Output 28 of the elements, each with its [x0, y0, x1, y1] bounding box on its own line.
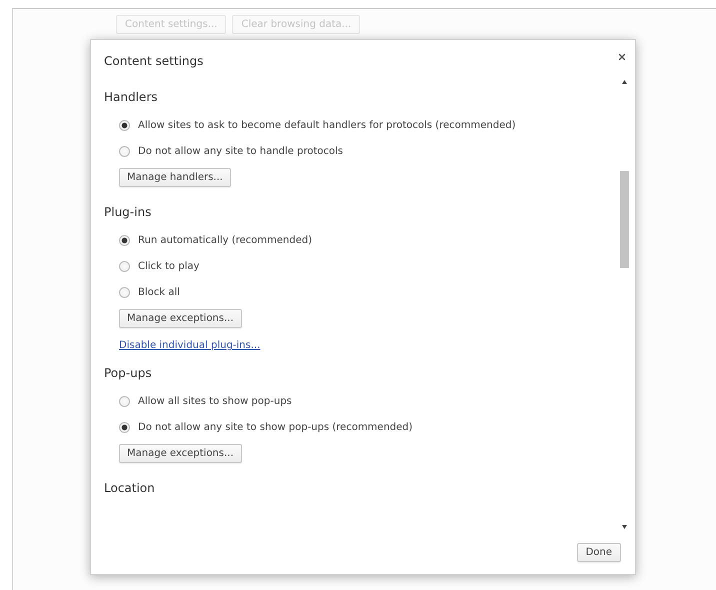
radio-label: Do not allow any site to handle protocols	[138, 146, 343, 156]
radio-label: Run automatically (recommended)	[138, 234, 312, 246]
scroll-up-icon[interactable]	[622, 80, 626, 84]
radio-button[interactable]	[119, 422, 130, 432]
radio-button[interactable]	[119, 286, 130, 298]
disable-plugins-link[interactable]: Disable individual plug-ins...	[119, 340, 260, 351]
section-heading: Handlers	[104, 90, 159, 104]
section-heading: Location	[104, 481, 156, 495]
radio-button[interactable]	[119, 396, 130, 406]
scroll-down-icon[interactable]	[622, 525, 626, 529]
radio-button[interactable]	[119, 234, 130, 246]
section-heading: Pop-ups	[104, 366, 153, 380]
radio-button[interactable]	[119, 146, 130, 156]
radio-label: Block all	[138, 286, 180, 298]
radio-button[interactable]	[119, 260, 130, 272]
manage-button[interactable]: Manage exceptions...	[119, 444, 242, 463]
close-icon[interactable]	[617, 52, 627, 62]
section-heading: Plug-ins	[104, 205, 152, 219]
dialog-title: Content settings	[104, 54, 204, 68]
radio-button[interactable]	[119, 120, 130, 130]
manage-button[interactable]: Manage handlers...	[119, 168, 231, 187]
radio-label: Click to play	[138, 260, 200, 272]
done-button[interactable]: Done	[576, 543, 621, 562]
radio-label: Allow all sites to show pop-ups	[138, 396, 292, 406]
manage-button[interactable]: Manage exceptions...	[119, 309, 242, 328]
scrollbar-thumb[interactable]	[620, 171, 628, 268]
radio-label: Allow sites to ask to become default handlers for protocols (recommended)	[138, 120, 516, 130]
radio-label: Do not allow any site to show pop-ups (recommended)	[138, 422, 413, 432]
